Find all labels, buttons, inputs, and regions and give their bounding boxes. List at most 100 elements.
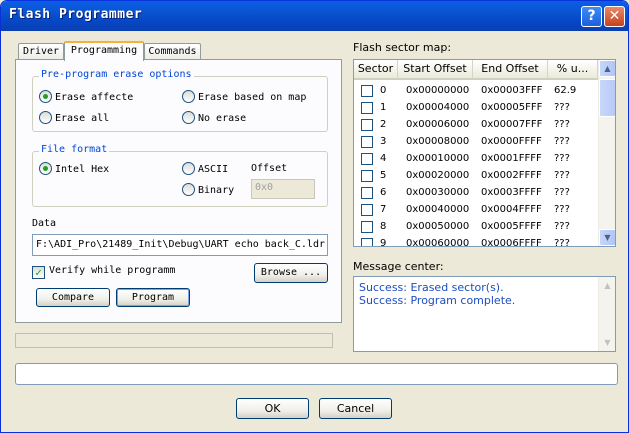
tab-programming[interactable]: Programming [64, 41, 144, 61]
percent-used: ??? [554, 238, 570, 247]
percent-used: ??? [554, 153, 570, 164]
start-offset: 0x00010000 [406, 153, 470, 164]
no-erase-label: No erase [198, 113, 247, 124]
table-row[interactable]: 4 0x00010000 0x0001FFFF??? [354, 150, 598, 167]
checkmark-icon: ✓ [32, 266, 45, 279]
percent-used: ??? [554, 221, 570, 232]
scroll-down-icon[interactable]: ▼ [599, 334, 615, 351]
tab-driver[interactable]: Driver [18, 43, 64, 60]
percent-used: ??? [554, 136, 570, 147]
window-title: Flash Programmer [9, 7, 143, 22]
end-offset: 0x0006FFFF [481, 238, 542, 247]
col-header-sector[interactable]: Sector [354, 60, 398, 80]
sector-number: 4 [380, 153, 387, 164]
table-row[interactable]: 9 0x00060000 0x0006FFFF??? [354, 235, 598, 247]
percent-used: ??? [554, 187, 570, 198]
end-offset: 0x0004FFFF [481, 204, 542, 215]
sector-checkbox[interactable] [361, 204, 373, 216]
title-bar[interactable]: Flash Programmer ? ✕ [1, 1, 628, 31]
verify-checkbox[interactable]: ✓ Verify while programm [32, 264, 175, 279]
radio-icon [182, 90, 195, 103]
sector-checkbox[interactable] [361, 153, 373, 165]
ascii-radio[interactable]: ASCII [182, 162, 228, 176]
sector-checkbox[interactable] [361, 102, 373, 114]
binary-radio[interactable]: Binary [182, 183, 234, 197]
erase-all-radio[interactable]: Erase all [39, 111, 109, 125]
offset-label: Offset [251, 163, 288, 174]
radio-icon [182, 183, 195, 196]
scroll-up-icon[interactable]: ▲ [599, 60, 615, 77]
col-header-end-offset[interactable]: End Offset [473, 60, 548, 80]
help-button[interactable]: ? [581, 6, 602, 27]
no-erase-radio[interactable]: No erase [182, 111, 246, 125]
erase-map-radio[interactable]: Erase based on map [182, 90, 306, 104]
percent-used: ??? [554, 119, 570, 130]
erase-options-group: Pre-program erase options Erase affecte … [32, 69, 328, 132]
cancel-button[interactable]: Cancel [319, 398, 392, 419]
ascii-label: ASCII [198, 164, 229, 175]
tab-commands[interactable]: Commands [144, 43, 201, 60]
start-offset: 0x00008000 [406, 136, 470, 147]
table-row[interactable]: 3 0x00008000 0x0000FFFF??? [354, 133, 598, 150]
start-offset: 0x00060000 [406, 238, 470, 247]
table-row[interactable]: 5 0x00020000 0x0002FFFF??? [354, 167, 598, 184]
end-offset: 0x0003FFFF [481, 187, 542, 198]
sector-checkbox[interactable] [361, 170, 373, 182]
intel-hex-label: Intel Hex [55, 164, 110, 175]
sector-number: 6 [380, 187, 387, 198]
sector-number: 9 [380, 238, 387, 247]
close-button[interactable]: ✕ [604, 6, 625, 27]
scroll-down-icon[interactable]: ▼ [599, 229, 615, 246]
ok-button[interactable]: OK [236, 398, 309, 419]
message-center-label: Message center: [353, 260, 444, 273]
start-offset: 0x00000000 [406, 85, 470, 96]
erase-options-legend: Pre-program erase options [39, 69, 194, 80]
data-file-input[interactable]: F:\ADI_Pro\21489_Init\Debug\UART echo ba… [32, 234, 328, 256]
table-row[interactable]: 0 0x00000000 0x00003FFF 62.9 [354, 82, 598, 99]
sector-number: 3 [380, 136, 387, 147]
sector-map-table[interactable]: Sector Start Offset End Offset % u... 00… [353, 59, 616, 247]
sector-checkbox[interactable] [361, 187, 373, 199]
end-offset: 0x0002FFFF [481, 170, 542, 181]
sector-checkbox[interactable] [361, 238, 373, 246]
table-row[interactable]: 1 0x00004000 0x00005FFF??? [354, 99, 598, 116]
percent-used: ??? [554, 204, 570, 215]
programming-panel: Pre-program erase options Erase affecte … [15, 59, 342, 323]
erase-affected-radio[interactable]: Erase affecte [39, 90, 133, 104]
sector-scrollbar[interactable]: ▲ ▼ [598, 60, 615, 246]
flash-programmer-window: Flash Programmer ? ✕ Driver Programming … [0, 0, 629, 433]
intel-hex-radio[interactable]: Intel Hex [39, 162, 109, 176]
sector-checkbox[interactable] [361, 221, 373, 233]
sector-map-label: Flash sector map: [353, 41, 452, 54]
sector-number: 1 [380, 102, 387, 113]
compare-button[interactable]: Compare [36, 288, 110, 307]
program-button[interactable]: Program [116, 288, 190, 307]
sector-number: 7 [380, 204, 387, 215]
end-offset: 0x0001FFFF [481, 153, 542, 164]
message-scrollbar[interactable]: ▲ ▼ [598, 277, 615, 351]
sector-number: 8 [380, 221, 387, 232]
radio-icon [182, 111, 195, 124]
sector-checkbox[interactable] [361, 85, 373, 97]
scroll-thumb[interactable] [599, 79, 615, 117]
sector-checkbox[interactable] [361, 136, 373, 148]
scroll-up-icon[interactable]: ▲ [599, 277, 615, 294]
table-row[interactable]: 6 0x00030000 0x0003FFFF??? [354, 184, 598, 201]
offset-input[interactable]: 0x0 [251, 179, 315, 199]
start-offset: 0x00030000 [406, 187, 470, 198]
col-header-start-offset[interactable]: Start Offset [398, 60, 473, 80]
sector-checkbox[interactable] [361, 119, 373, 131]
message-center[interactable]: Success: Erased sector(s). Success: Prog… [353, 276, 616, 352]
radio-icon [182, 162, 195, 175]
radio-checked-icon [39, 90, 52, 103]
help-icon: ? [587, 8, 596, 24]
file-format-group: File format Intel Hex ASCII Offset Binar… [32, 144, 328, 207]
col-header-percent-used[interactable]: % u... [548, 60, 598, 80]
table-row[interactable]: 7 0x00040000 0x0004FFFF??? [354, 201, 598, 218]
sector-number: 2 [380, 119, 387, 130]
radio-icon [39, 111, 52, 124]
end-offset: 0x00003FFF [481, 85, 543, 96]
table-row[interactable]: 2 0x00006000 0x00007FFF??? [354, 116, 598, 133]
browse-button[interactable]: Browse ... [254, 263, 328, 283]
table-row[interactable]: 8 0x00050000 0x0005FFFF??? [354, 218, 598, 235]
